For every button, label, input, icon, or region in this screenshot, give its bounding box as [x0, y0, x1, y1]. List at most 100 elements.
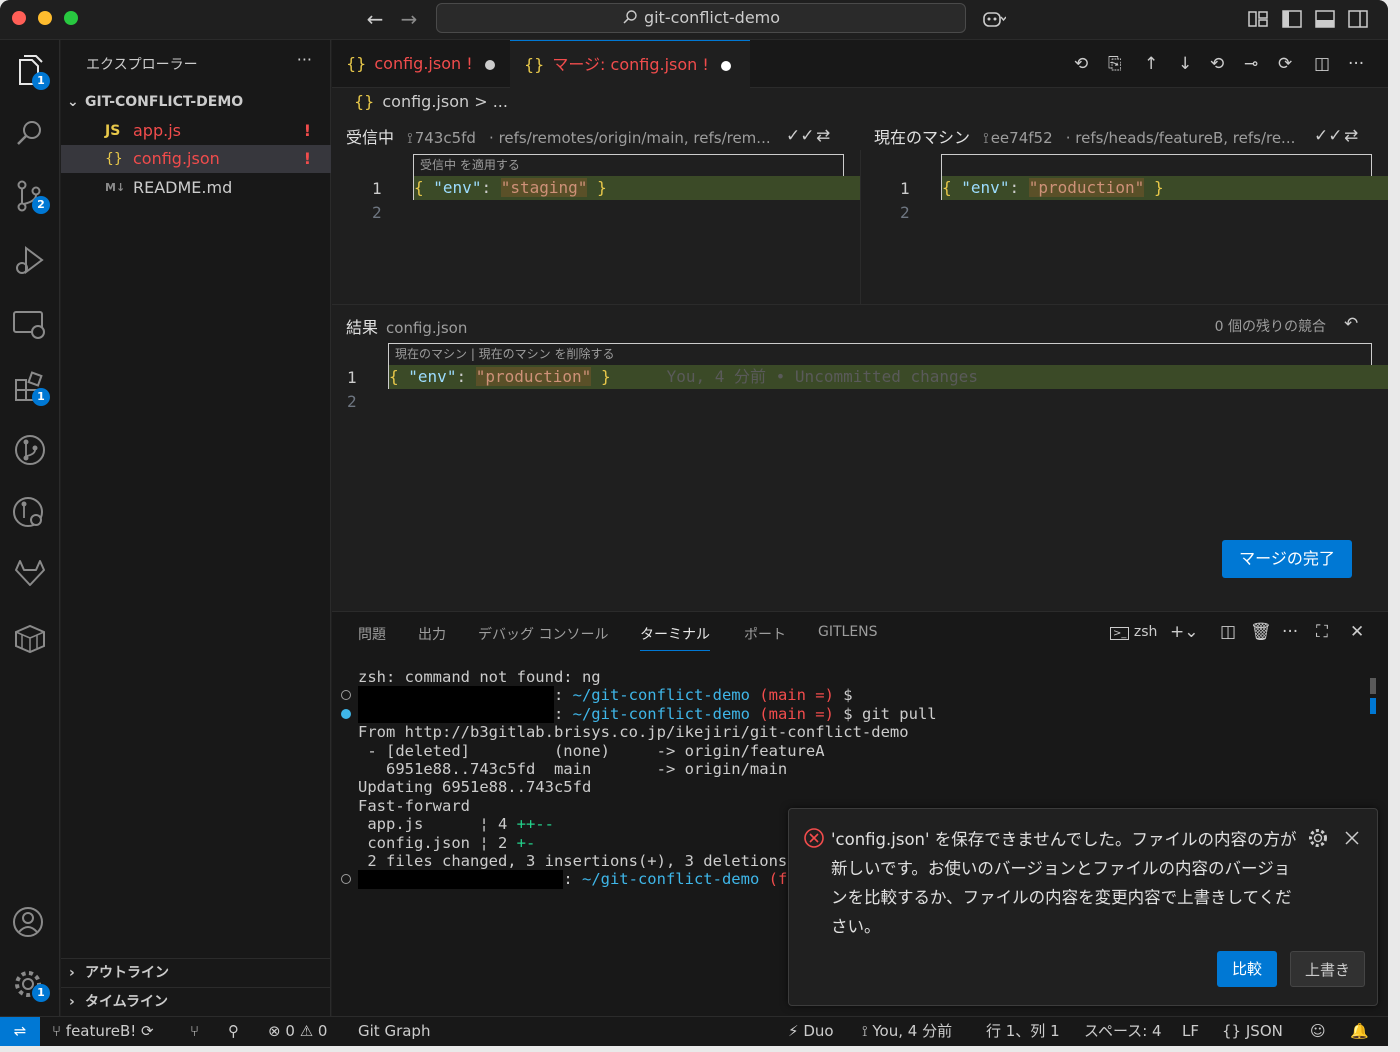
compare-incoming-icon[interactable]: ⇄ — [816, 126, 830, 146]
tab-problems[interactable]: 問題 — [358, 624, 386, 644]
minimize-window-button[interactable] — [38, 11, 52, 25]
file-item-readme-md[interactable]: M↓ README.md — [61, 174, 331, 202]
tab-terminal[interactable]: ターミナル — [640, 624, 710, 651]
complete-merge-button[interactable]: マージの完了 — [1222, 540, 1352, 578]
containers-view-button[interactable] — [10, 618, 50, 658]
terminal-line: 6951e88..743c5fd main -> origin/main — [358, 760, 788, 779]
remote-indicator-icon[interactable]: ⇌ — [0, 1017, 40, 1046]
run-debug-icon — [16, 246, 44, 274]
sidebar-more-actions-button[interactable]: ··· — [297, 50, 312, 69]
run-debug-view-button[interactable] — [10, 240, 50, 280]
remote-explorer-view-button[interactable] — [10, 304, 50, 344]
error-notification: 'config.json' を保存できませんでした。ファイルの内容の方が新しいで… — [788, 808, 1378, 1006]
extensions-badge: 1 — [32, 388, 50, 406]
incoming-hash: 743c5fd — [414, 129, 476, 147]
json-file-icon: {} — [105, 151, 123, 167]
title-bar: ← → git-conflict-demo — [0, 0, 1388, 40]
blame-indicator[interactable]: ⟟ You, 4 分前 — [862, 1017, 952, 1046]
line-number: 1 — [372, 179, 382, 198]
terminal-shell-selector[interactable]: >_ zsh — [1110, 624, 1157, 640]
tab-debug-console[interactable]: デバッグ コンソール — [478, 624, 608, 644]
more-actions-icon[interactable]: ··· — [1348, 54, 1364, 74]
close-icon[interactable] — [1343, 829, 1361, 847]
previous-change-icon[interactable]: ⟲ — [1210, 54, 1224, 74]
split-editor-icon[interactable]: ◫ — [1314, 54, 1330, 74]
gear-icon[interactable] — [1307, 827, 1329, 849]
toggle-panel-icon[interactable] — [1313, 8, 1337, 30]
accept-all-incoming-icon[interactable]: ✓✓ — [786, 126, 815, 146]
sidebar-title: エクスプローラー — [86, 57, 198, 73]
json-file-icon: {} — [1222, 1022, 1242, 1040]
copilot-icon[interactable]: ☺ — [1310, 1017, 1326, 1046]
gitlens-inspect-view-button[interactable] — [10, 492, 50, 532]
history-icon[interactable]: ⟲ — [1074, 54, 1088, 74]
trash-icon[interactable]: 🗑 — [1250, 622, 1272, 642]
explorer-view-button[interactable]: 1 — [10, 52, 50, 92]
rocket-icon[interactable]: ⚲ — [228, 1017, 239, 1046]
tab-output[interactable]: 出力 — [418, 624, 446, 644]
tab-merge-config-json[interactable]: {} マージ: config.json ! — [510, 40, 750, 88]
language-mode[interactable]: {} JSON — [1222, 1017, 1283, 1046]
manage-settings-button[interactable]: 1 — [10, 964, 50, 1004]
warning-icon: ⚠ — [299, 1022, 314, 1040]
customize-layout-icon[interactable] — [1246, 8, 1270, 30]
end-of-line[interactable]: LF — [1182, 1017, 1199, 1046]
notifications-bell-icon[interactable]: 🔔 — [1350, 1017, 1369, 1046]
terminal-scrollbar[interactable] — [1370, 678, 1376, 694]
compare-button[interactable]: 比較 — [1217, 951, 1277, 987]
copilot-icon[interactable] — [982, 8, 1006, 30]
accept-all-current-icon[interactable]: ✓✓ — [1314, 126, 1343, 146]
maximize-panel-icon[interactable]: ⛶ — [1316, 622, 1328, 642]
more-actions-icon[interactable]: ··· — [1282, 622, 1298, 642]
toggle-sidebar-icon[interactable] — [1280, 8, 1304, 30]
split-terminal-icon[interactable]: ◫ — [1220, 622, 1236, 642]
outline-section-header[interactable]: › アウトライン — [61, 958, 331, 986]
toggle-secondary-sidebar-icon[interactable] — [1346, 8, 1370, 30]
account-icon — [13, 907, 43, 937]
forward-arrow-icon[interactable]: → — [396, 6, 422, 32]
gitlens-launchpad-icon[interactable]: ⑂ — [190, 1017, 199, 1046]
gitlens-view-button[interactable] — [10, 430, 50, 470]
incoming-pane-header: 受信中 ⟟ 743c5fd · refs/remotes/origin/main,… — [346, 126, 846, 150]
overwrite-button[interactable]: 上書き — [1290, 951, 1365, 987]
branch-indicator[interactable]: ⑂ featureB! ⟳ — [52, 1017, 154, 1046]
git-graph-button[interactable]: Git Graph — [358, 1017, 430, 1046]
indentation[interactable]: スペース: 4 — [1084, 1017, 1162, 1046]
new-terminal-icon[interactable]: +⌄ — [1170, 622, 1199, 642]
close-window-button[interactable] — [12, 11, 26, 25]
source-control-view-button[interactable]: 2 — [10, 176, 50, 216]
file-name: app.js — [133, 121, 181, 140]
command-center[interactable]: git-conflict-demo — [436, 3, 966, 33]
tab-ports[interactable]: ポート — [744, 624, 786, 644]
open-file-icon[interactable]: ⎘ — [1108, 54, 1122, 74]
result-label: 結果 — [346, 318, 379, 337]
tab-gitlens[interactable]: GITLENS — [818, 624, 878, 640]
back-arrow-icon[interactable]: ← — [362, 6, 388, 32]
file-item-app-js[interactable]: JS app.js ! — [61, 117, 331, 145]
sync-icon: ⟳ — [141, 1022, 154, 1040]
next-change-icon[interactable]: ⟳ — [1278, 54, 1292, 74]
project-folder-header[interactable]: ⌄ GIT-CONFLICT-DEMO — [61, 90, 331, 114]
gitlab-view-button[interactable] — [10, 554, 50, 594]
cursor-position[interactable]: 行 1、列 1 — [986, 1017, 1060, 1046]
breadcrumb[interactable]: {} config.json > ... — [354, 92, 508, 111]
project-name: GIT-CONFLICT-DEMO — [85, 94, 244, 110]
problems-indicator[interactable]: ⊗ 0 ⚠ 0 — [268, 1017, 327, 1046]
compare-current-icon[interactable]: ⇄ — [1344, 126, 1358, 146]
breadcrumb-file: config.json — [382, 92, 470, 111]
commit-icon[interactable]: ⊸ — [1244, 54, 1258, 74]
extensions-view-button[interactable]: 1 — [10, 368, 50, 408]
zoom-window-button[interactable] — [64, 11, 78, 25]
close-panel-icon[interactable]: ✕ — [1350, 622, 1364, 642]
duo-indicator[interactable]: ⚡ Duo — [788, 1017, 834, 1046]
timeline-section-header[interactable]: › タイムライン — [61, 987, 331, 1015]
previous-conflict-icon[interactable]: ↑ — [1144, 54, 1158, 74]
tab-config-json[interactable]: {} config.json ! — [332, 40, 508, 88]
accounts-button[interactable] — [10, 902, 50, 942]
next-conflict-icon[interactable]: ↓ — [1178, 54, 1192, 74]
timeline-title: タイムライン — [85, 994, 169, 1010]
reset-result-icon[interactable]: ↶ — [1344, 314, 1358, 334]
search-view-button[interactable] — [10, 114, 50, 154]
file-item-config-json[interactable]: {} config.json ! — [61, 145, 331, 173]
terminal-line: zsh: command not found: ng — [358, 668, 601, 686]
